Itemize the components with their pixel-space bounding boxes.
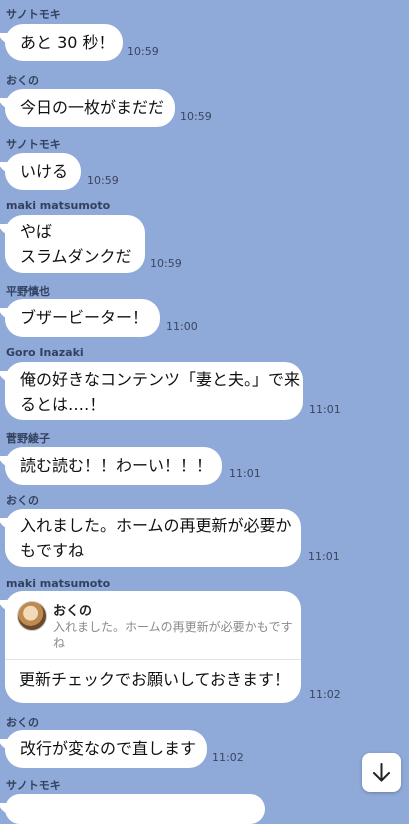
message-text-line: るとは‥‥！: [20, 395, 106, 414]
message-time: 10:59: [127, 45, 159, 58]
sender-name: サノトモキ: [6, 138, 61, 151]
message-text-line: 入れました。ホームの再更新が必要か: [20, 516, 292, 535]
message-bubble[interactable]: やば スラムダンクだ: [5, 215, 145, 273]
message-bubble[interactable]: 俺の好きなコンテンツ「妻と夫。」で来 るとは‥‥！: [5, 362, 303, 420]
message-bubble[interactable]: 今日の一枚がまだだ: [5, 89, 175, 127]
message-time: 11:01: [229, 467, 261, 480]
quoted-sender-name: おくの: [53, 604, 93, 619]
reply-message-bubble[interactable]: おくの 入れました。ホームの再更新が必要かもです ね 更新チェックでお願いしてお…: [5, 591, 301, 703]
sender-name: おくの: [6, 74, 39, 87]
message-bubble[interactable]: 読む読む！！わーい！！！: [5, 447, 222, 485]
message-text-line: やば: [20, 222, 53, 241]
sender-name: 菅野綾子: [6, 432, 50, 445]
message-time: 11:00: [166, 320, 198, 333]
message-text: ブザービーター！: [20, 308, 149, 327]
scroll-to-bottom-button[interactable]: [362, 753, 401, 792]
message-time: 10:59: [87, 174, 119, 187]
message-time: 11:02: [212, 751, 244, 764]
sender-name: サノトモキ: [6, 8, 61, 21]
message-text-line: もですね: [20, 541, 85, 560]
message-time: 11:02: [309, 688, 341, 701]
arrow-down-icon: [373, 763, 390, 782]
message-text: 読む読む！！わーい！！！: [20, 456, 213, 475]
message-row: maki matsumoto おくの 入れました。ホームの再更新が必要かもです …: [0, 577, 409, 709]
message-bubble[interactable]: ブザービーター！: [5, 299, 160, 337]
sender-name: 平野慎也: [6, 285, 50, 298]
message-bubble[interactable]: あと 30 秒！: [5, 24, 123, 61]
quoted-message-text[interactable]: 入れました。ホームの再更新が必要かもです ね: [53, 619, 295, 651]
message-text: 改行が変なので直します: [20, 739, 197, 758]
message-text-line: スラムダンクだ: [20, 247, 132, 266]
message-text: いける: [20, 162, 69, 181]
message-bubble[interactable]: [5, 794, 265, 824]
quoted-user-avatar: [17, 601, 47, 631]
message-bubble[interactable]: いける: [5, 153, 81, 190]
message-text: 今日の一枚がまだだ: [20, 98, 165, 117]
message-time: 11:01: [308, 550, 340, 563]
message-text: あと 30 秒！: [20, 33, 115, 52]
sender-name: maki matsumoto: [6, 199, 111, 212]
sender-name: サノトモキ: [6, 779, 61, 792]
message-bubble[interactable]: 改行が変なので直します: [5, 730, 207, 768]
message-time: 10:59: [180, 110, 212, 123]
message-time: 10:59: [150, 257, 182, 270]
sender-name: おくの: [6, 716, 39, 729]
message-time: 11:01: [309, 403, 341, 416]
message-text-line: 俺の好きなコンテンツ「妻と夫。」で来: [20, 370, 301, 389]
sender-name: maki matsumoto: [6, 577, 111, 590]
sender-name: Goro Inazaki: [6, 346, 84, 359]
quote-divider: [5, 659, 301, 660]
message-text: 更新チェックでお願いしておきます！: [19, 670, 291, 689]
message-bubble[interactable]: 入れました。ホームの再更新が必要か もですね: [5, 509, 301, 567]
sender-name: おくの: [6, 494, 39, 507]
